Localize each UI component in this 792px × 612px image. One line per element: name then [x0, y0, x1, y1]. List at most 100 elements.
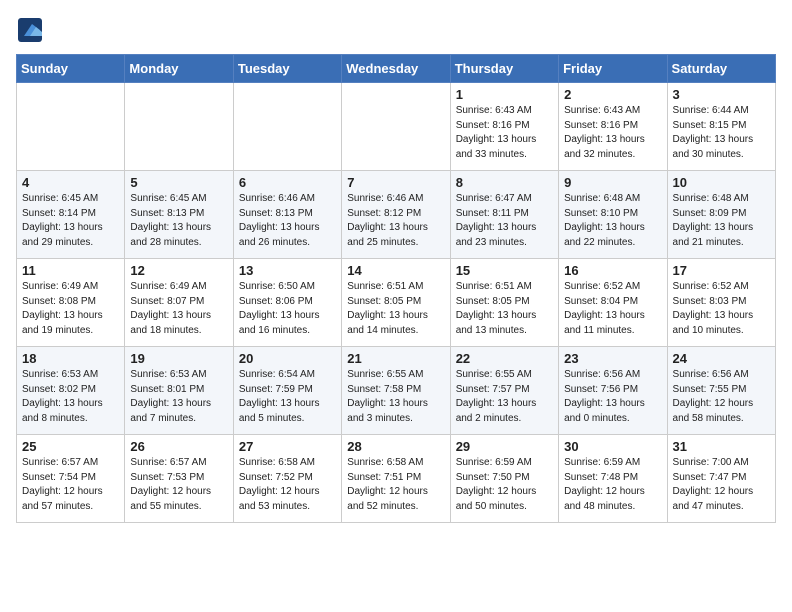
calendar-cell: 28 Sunrise: 6:58 AM Sunset: 7:51 PM Dayli…: [342, 435, 450, 523]
day-number: 22: [456, 351, 553, 366]
calendar-cell: 26 Sunrise: 6:57 AM Sunset: 7:53 PM Dayli…: [125, 435, 233, 523]
day-details: Sunrise: 6:43 AM Sunset: 8:16 PM Dayligh…: [564, 104, 661, 162]
calendar-cell: 8 Sunrise: 6:47 AM Sunset: 8:11 PM Daylig…: [450, 171, 558, 259]
day-number: 26: [130, 439, 227, 454]
day-details: Sunrise: 6:48 AM Sunset: 8:10 PM Dayligh…: [564, 192, 661, 250]
day-number: 17: [673, 263, 770, 278]
day-number: 16: [564, 263, 661, 278]
calendar-cell: [17, 83, 125, 171]
calendar-cell: 20 Sunrise: 6:54 AM Sunset: 7:59 PM Dayli…: [233, 347, 341, 435]
calendar-cell: 22 Sunrise: 6:55 AM Sunset: 7:57 PM Dayli…: [450, 347, 558, 435]
day-number: 15: [456, 263, 553, 278]
calendar-cell: 5 Sunrise: 6:45 AM Sunset: 8:13 PM Daylig…: [125, 171, 233, 259]
day-number: 25: [22, 439, 119, 454]
day-number: 13: [239, 263, 336, 278]
calendar-cell: 14 Sunrise: 6:51 AM Sunset: 8:05 PM Dayli…: [342, 259, 450, 347]
calendar-header-row: SundayMondayTuesdayWednesdayThursdayFrid…: [17, 55, 776, 83]
day-details: Sunrise: 6:56 AM Sunset: 7:55 PM Dayligh…: [673, 368, 770, 426]
col-header-saturday: Saturday: [667, 55, 775, 83]
calendar-cell: 17 Sunrise: 6:52 AM Sunset: 8:03 PM Dayli…: [667, 259, 775, 347]
day-details: Sunrise: 6:47 AM Sunset: 8:11 PM Dayligh…: [456, 192, 553, 250]
day-details: Sunrise: 6:45 AM Sunset: 8:13 PM Dayligh…: [130, 192, 227, 250]
calendar-cell: 7 Sunrise: 6:46 AM Sunset: 8:12 PM Daylig…: [342, 171, 450, 259]
logo: [16, 16, 48, 44]
week-row-4: 18 Sunrise: 6:53 AM Sunset: 8:02 PM Dayli…: [17, 347, 776, 435]
day-details: Sunrise: 6:57 AM Sunset: 7:53 PM Dayligh…: [130, 456, 227, 514]
day-number: 28: [347, 439, 444, 454]
day-number: 18: [22, 351, 119, 366]
col-header-sunday: Sunday: [17, 55, 125, 83]
calendar-cell: 25 Sunrise: 6:57 AM Sunset: 7:54 PM Dayli…: [17, 435, 125, 523]
calendar-cell: 4 Sunrise: 6:45 AM Sunset: 8:14 PM Daylig…: [17, 171, 125, 259]
calendar-cell: 1 Sunrise: 6:43 AM Sunset: 8:16 PM Daylig…: [450, 83, 558, 171]
day-details: Sunrise: 6:46 AM Sunset: 8:12 PM Dayligh…: [347, 192, 444, 250]
calendar-cell: 9 Sunrise: 6:48 AM Sunset: 8:10 PM Daylig…: [559, 171, 667, 259]
day-number: 21: [347, 351, 444, 366]
day-details: Sunrise: 6:56 AM Sunset: 7:56 PM Dayligh…: [564, 368, 661, 426]
calendar-cell: 10 Sunrise: 6:48 AM Sunset: 8:09 PM Dayli…: [667, 171, 775, 259]
col-header-wednesday: Wednesday: [342, 55, 450, 83]
week-row-5: 25 Sunrise: 6:57 AM Sunset: 7:54 PM Dayli…: [17, 435, 776, 523]
calendar-cell: 6 Sunrise: 6:46 AM Sunset: 8:13 PM Daylig…: [233, 171, 341, 259]
calendar-cell: 21Sunrise: 6:55 AM Sunset: 7:58 PM Dayli…: [342, 347, 450, 435]
day-number: 6: [239, 175, 336, 190]
day-details: Sunrise: 6:58 AM Sunset: 7:51 PM Dayligh…: [347, 456, 444, 514]
calendar-cell: 15Sunrise: 6:51 AM Sunset: 8:05 PM Dayli…: [450, 259, 558, 347]
week-row-2: 4 Sunrise: 6:45 AM Sunset: 8:14 PM Daylig…: [17, 171, 776, 259]
day-number: 31: [673, 439, 770, 454]
day-details: Sunrise: 6:59 AM Sunset: 7:50 PM Dayligh…: [456, 456, 553, 514]
day-details: Sunrise: 6:54 AM Sunset: 7:59 PM Dayligh…: [239, 368, 336, 426]
calendar-table: SundayMondayTuesdayWednesdayThursdayFrid…: [16, 54, 776, 523]
calendar-cell: [233, 83, 341, 171]
day-number: 1: [456, 87, 553, 102]
week-row-1: 1 Sunrise: 6:43 AM Sunset: 8:16 PM Daylig…: [17, 83, 776, 171]
day-number: 20: [239, 351, 336, 366]
col-header-tuesday: Tuesday: [233, 55, 341, 83]
day-details: Sunrise: 6:48 AM Sunset: 8:09 PM Dayligh…: [673, 192, 770, 250]
calendar-cell: 30 Sunrise: 6:59 AM Sunset: 7:48 PM Dayli…: [559, 435, 667, 523]
day-details: Sunrise: 6:46 AM Sunset: 8:13 PM Dayligh…: [239, 192, 336, 250]
week-row-3: 11Sunrise: 6:49 AM Sunset: 8:08 PM Dayli…: [17, 259, 776, 347]
day-details: Sunrise: 6:51 AM Sunset: 8:05 PM Dayligh…: [347, 280, 444, 338]
day-details: Sunrise: 6:55 AM Sunset: 7:57 PM Dayligh…: [456, 368, 553, 426]
col-header-monday: Monday: [125, 55, 233, 83]
day-number: 30: [564, 439, 661, 454]
page-header: [16, 16, 776, 44]
calendar-cell: 19Sunrise: 6:53 AM Sunset: 8:01 PM Dayli…: [125, 347, 233, 435]
day-details: Sunrise: 6:57 AM Sunset: 7:54 PM Dayligh…: [22, 456, 119, 514]
day-details: Sunrise: 6:59 AM Sunset: 7:48 PM Dayligh…: [564, 456, 661, 514]
day-number: 11: [22, 263, 119, 278]
calendar-cell: 2 Sunrise: 6:43 AM Sunset: 8:16 PM Daylig…: [559, 83, 667, 171]
day-details: Sunrise: 6:52 AM Sunset: 8:03 PM Dayligh…: [673, 280, 770, 338]
day-details: Sunrise: 6:43 AM Sunset: 8:16 PM Dayligh…: [456, 104, 553, 162]
calendar-cell: 27 Sunrise: 6:58 AM Sunset: 7:52 PM Dayli…: [233, 435, 341, 523]
day-number: 14: [347, 263, 444, 278]
day-details: Sunrise: 6:52 AM Sunset: 8:04 PM Dayligh…: [564, 280, 661, 338]
day-number: 7: [347, 175, 444, 190]
day-number: 19: [130, 351, 227, 366]
day-number: 5: [130, 175, 227, 190]
calendar-cell: 12Sunrise: 6:49 AM Sunset: 8:07 PM Dayli…: [125, 259, 233, 347]
day-details: Sunrise: 6:49 AM Sunset: 8:07 PM Dayligh…: [130, 280, 227, 338]
day-number: 27: [239, 439, 336, 454]
day-details: Sunrise: 6:45 AM Sunset: 8:14 PM Dayligh…: [22, 192, 119, 250]
day-number: 2: [564, 87, 661, 102]
day-number: 8: [456, 175, 553, 190]
col-header-friday: Friday: [559, 55, 667, 83]
calendar-cell: 3Sunrise: 6:44 AM Sunset: 8:15 PM Daylig…: [667, 83, 775, 171]
day-number: 23: [564, 351, 661, 366]
day-number: 10: [673, 175, 770, 190]
calendar-cell: 11Sunrise: 6:49 AM Sunset: 8:08 PM Dayli…: [17, 259, 125, 347]
day-details: Sunrise: 6:50 AM Sunset: 8:06 PM Dayligh…: [239, 280, 336, 338]
day-details: Sunrise: 6:58 AM Sunset: 7:52 PM Dayligh…: [239, 456, 336, 514]
calendar-cell: [125, 83, 233, 171]
day-number: 3: [673, 87, 770, 102]
day-number: 9: [564, 175, 661, 190]
day-number: 24: [673, 351, 770, 366]
calendar-cell: 23 Sunrise: 6:56 AM Sunset: 7:56 PM Dayli…: [559, 347, 667, 435]
day-number: 29: [456, 439, 553, 454]
calendar-cell: 29 Sunrise: 6:59 AM Sunset: 7:50 PM Dayli…: [450, 435, 558, 523]
day-number: 4: [22, 175, 119, 190]
day-details: Sunrise: 6:53 AM Sunset: 8:02 PM Dayligh…: [22, 368, 119, 426]
day-details: Sunrise: 7:00 AM Sunset: 7:47 PM Dayligh…: [673, 456, 770, 514]
